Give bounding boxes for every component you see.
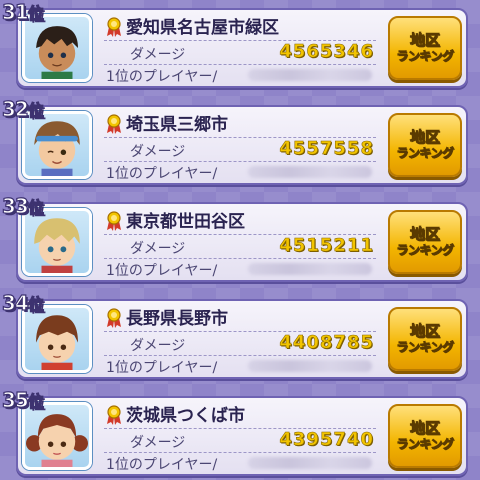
button-label-line2: ランキング xyxy=(396,48,454,63)
rank-value: 35 xyxy=(1,387,29,412)
rank-suffix: 位 xyxy=(27,3,44,23)
divider xyxy=(104,355,376,356)
damage-value: 4408785 xyxy=(279,332,374,354)
regional-ranking-button[interactable]: 地区 ランキング xyxy=(388,113,462,177)
damage-value: 4557558 xyxy=(279,138,374,160)
rank-suffix: 位 xyxy=(27,100,44,120)
top-player-label: 1位のプレイヤー/ xyxy=(106,360,218,376)
region-name: 埼玉県三郷市 xyxy=(126,115,228,135)
damage-value: 4395740 xyxy=(279,429,374,451)
avatar xyxy=(22,111,92,179)
rank-number: 31位 xyxy=(1,0,44,25)
rank-value: 33 xyxy=(1,193,29,218)
top-player-label: 1位のプレイヤー/ xyxy=(106,457,218,473)
button-label-line2: ランキング xyxy=(396,145,454,160)
rank-number: 32位 xyxy=(1,96,44,121)
blurred-player-name xyxy=(248,360,372,372)
damage-value: 4515211 xyxy=(279,235,374,257)
avatar xyxy=(22,14,92,82)
regional-ranking-button[interactable]: 地区 ランキング xyxy=(388,210,462,274)
blurred-player-name xyxy=(248,457,372,469)
avatar-portrait-icon xyxy=(34,121,80,176)
button-label-line1: 地区 xyxy=(409,225,441,244)
damage-label: ダメージ xyxy=(130,241,186,257)
divider xyxy=(104,64,376,65)
top-player-label: 1位のプレイヤー/ xyxy=(106,166,218,182)
ranking-row: 32位 埼玉県三郷市 ダメージ 4557558 1位のプレイヤー/ 地区 ランキ… xyxy=(0,96,480,187)
button-label-line2: ランキング xyxy=(396,339,454,354)
avatar-portrait-icon xyxy=(36,26,78,79)
avatar-portrait-icon xyxy=(36,315,78,370)
button-label-line2: ランキング xyxy=(396,242,454,257)
rank-number: 35位 xyxy=(1,387,44,412)
ranking-row: 34位 長野県長野市 ダメージ 4408785 1位のプレイヤー/ 地区 ランキ… xyxy=(0,290,480,381)
blurred-player-name xyxy=(248,166,372,178)
avatar xyxy=(22,305,92,373)
rank-number: 33位 xyxy=(1,193,44,218)
rank-value: 31 xyxy=(1,0,29,25)
regional-ranking-button[interactable]: 地区 ランキング xyxy=(388,307,462,371)
ranking-list: 31位 愛知県名古屋市緑区 ダメージ 4565346 1位のプレイヤー/ 地区 … xyxy=(0,0,480,480)
rank-value: 34 xyxy=(1,290,29,315)
damage-label: ダメージ xyxy=(130,47,186,63)
button-label-line1: 地区 xyxy=(409,322,441,341)
damage-label: ダメージ xyxy=(130,338,186,354)
top-player-label: 1位のプレイヤー/ xyxy=(106,69,218,85)
rank-suffix: 位 xyxy=(27,391,44,411)
ranking-row: 35位 茨城県つくば市 ダメージ 4395740 1位のプレイヤー/ 地区 ラン… xyxy=(0,387,480,478)
ranking-row: 31位 愛知県名古屋市緑区 ダメージ 4565346 1位のプレイヤー/ 地区 … xyxy=(0,0,480,90)
medal-icon xyxy=(107,114,121,134)
button-label-line2: ランキング xyxy=(396,436,454,451)
ranking-row: 33位 東京都世田谷区 ダメージ 4515211 1位のプレイヤー/ 地区 ラン… xyxy=(0,193,480,284)
regional-ranking-button[interactable]: 地区 ランキング xyxy=(388,404,462,468)
divider xyxy=(104,452,376,453)
blurred-player-name xyxy=(248,69,372,81)
rank-suffix: 位 xyxy=(27,294,44,314)
regional-ranking-button[interactable]: 地区 ランキング xyxy=(388,16,462,80)
damage-value: 4565346 xyxy=(279,41,374,63)
damage-label: ダメージ xyxy=(130,144,186,160)
region-name: 長野県長野市 xyxy=(126,309,228,329)
rank-number: 34位 xyxy=(1,290,44,315)
damage-label: ダメージ xyxy=(130,435,186,451)
divider xyxy=(104,161,376,162)
top-player-label: 1位のプレイヤー/ xyxy=(106,263,218,279)
medal-icon xyxy=(107,211,121,231)
button-label-line1: 地区 xyxy=(409,31,441,50)
rank-value: 32 xyxy=(1,96,29,121)
region-name: 愛知県名古屋市緑区 xyxy=(126,18,279,38)
rank-suffix: 位 xyxy=(27,197,44,217)
medal-icon xyxy=(107,405,121,425)
divider xyxy=(104,258,376,259)
avatar-portrait-icon xyxy=(34,218,80,273)
button-label-line1: 地区 xyxy=(409,419,441,438)
region-name: 東京都世田谷区 xyxy=(126,212,245,232)
region-name: 茨城県つくば市 xyxy=(126,406,245,426)
blurred-player-name xyxy=(248,263,372,275)
avatar xyxy=(22,402,92,470)
medal-icon xyxy=(107,308,121,328)
button-label-line1: 地区 xyxy=(409,128,441,147)
medal-icon xyxy=(107,17,121,37)
avatar xyxy=(22,208,92,276)
avatar-portrait-icon xyxy=(26,414,88,467)
